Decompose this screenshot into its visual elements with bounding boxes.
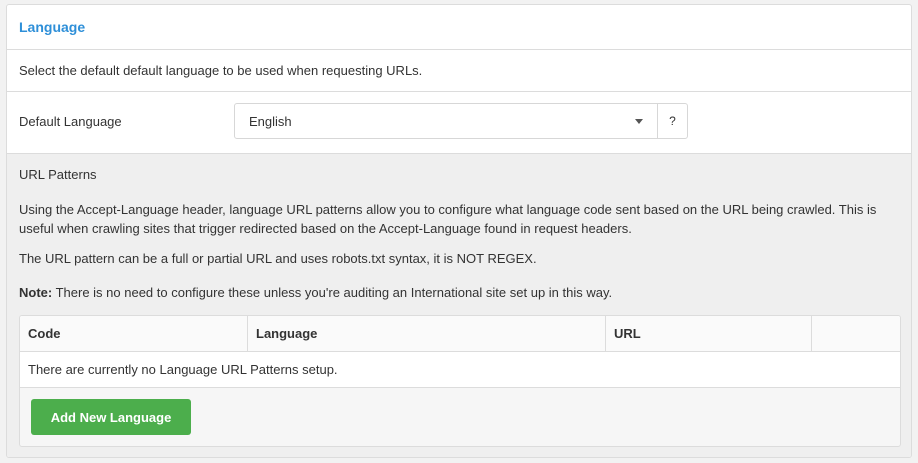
language-panel: Language Select the default default lang… bbox=[6, 4, 912, 458]
help-icon: ? bbox=[669, 114, 676, 128]
selected-language-value: English bbox=[249, 113, 292, 129]
url-patterns-paragraph-2: The URL pattern can be a full or partial… bbox=[19, 251, 537, 266]
column-header-url: URL bbox=[606, 316, 812, 351]
panel-title: Language bbox=[19, 19, 86, 35]
panel-description: Select the default default language to b… bbox=[7, 50, 911, 92]
add-new-language-button[interactable]: Add New Language bbox=[31, 399, 191, 435]
language-patterns-table: Code Language URL There are currently no… bbox=[19, 315, 901, 447]
url-patterns-heading: URL Patterns bbox=[19, 167, 97, 182]
note-label: Note: bbox=[19, 285, 53, 300]
table-empty-row: There are currently no Language URL Patt… bbox=[20, 352, 900, 388]
default-language-row: Default Language English ? bbox=[7, 92, 911, 154]
description-text: Select the default default language to b… bbox=[19, 63, 423, 78]
empty-message: There are currently no Language URL Patt… bbox=[28, 362, 338, 377]
note-text: There is no need to configure these unle… bbox=[52, 285, 613, 300]
column-header-language: Language bbox=[248, 316, 606, 351]
column-header-code: Code bbox=[20, 316, 248, 351]
default-language-select[interactable]: English bbox=[234, 103, 658, 139]
chevron-down-icon bbox=[635, 118, 643, 124]
panel-header: Language bbox=[7, 5, 911, 50]
table-header: Code Language URL bbox=[20, 316, 900, 352]
url-patterns-paragraph-1: Using the Accept-Language header, langua… bbox=[19, 202, 877, 236]
url-patterns-section: URL Patterns Using the Accept-Language h… bbox=[7, 154, 911, 457]
column-header-actions bbox=[812, 316, 900, 351]
url-patterns-note: Note: There is no need to configure thes… bbox=[19, 285, 612, 300]
default-language-label: Default Language bbox=[19, 114, 122, 129]
help-button[interactable]: ? bbox=[657, 103, 688, 139]
